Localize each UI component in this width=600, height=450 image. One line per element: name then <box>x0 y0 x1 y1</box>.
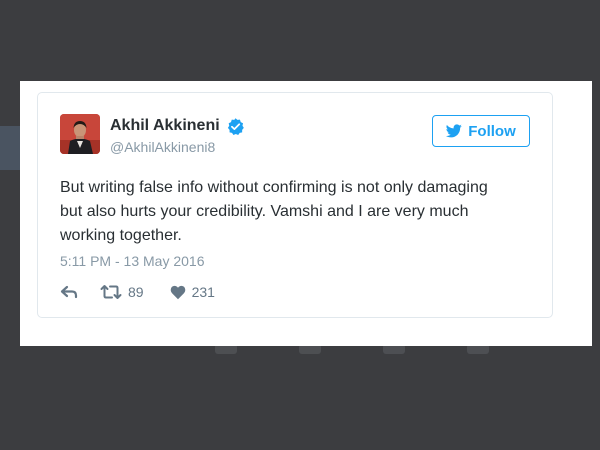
follow-button-label: Follow <box>468 122 516 140</box>
display-name-row: Akhil Akkineni <box>110 116 245 136</box>
reply-icon <box>60 284 78 300</box>
follow-button[interactable]: Follow <box>432 115 530 147</box>
like-button[interactable]: 231 <box>170 284 215 300</box>
like-count: 231 <box>191 284 215 300</box>
tweet-timestamp[interactable]: 5:11 PM - 13 May 2016 <box>60 251 204 271</box>
twitter-bird-icon <box>446 124 462 138</box>
verified-badge-icon <box>226 117 245 136</box>
heart-icon <box>170 285 186 300</box>
author-handle[interactable]: @AkhilAkkineni8 <box>110 138 245 156</box>
retweet-icon <box>100 284 122 300</box>
tweet-embed-overlay: Akhil Akkineni @AkhilAkkineni8 Follow Bu… <box>20 81 592 346</box>
background-ghost-actions <box>215 344 505 362</box>
display-name[interactable]: Akhil Akkineni <box>110 116 220 136</box>
background-blur-stripe <box>0 126 20 170</box>
retweet-count: 89 <box>128 284 144 300</box>
tweet-card: Akhil Akkineni @AkhilAkkineni8 Follow Bu… <box>37 92 553 318</box>
avatar[interactable] <box>60 114 100 154</box>
tweet-text: But writing false info without confirmin… <box>60 179 488 244</box>
tweet-actions: 89 231 <box>60 281 215 303</box>
author-info: Akhil Akkineni @AkhilAkkineni8 <box>110 116 245 156</box>
retweet-button[interactable]: 89 <box>100 284 144 300</box>
avatar-image <box>60 114 100 154</box>
reply-button[interactable] <box>60 284 78 300</box>
